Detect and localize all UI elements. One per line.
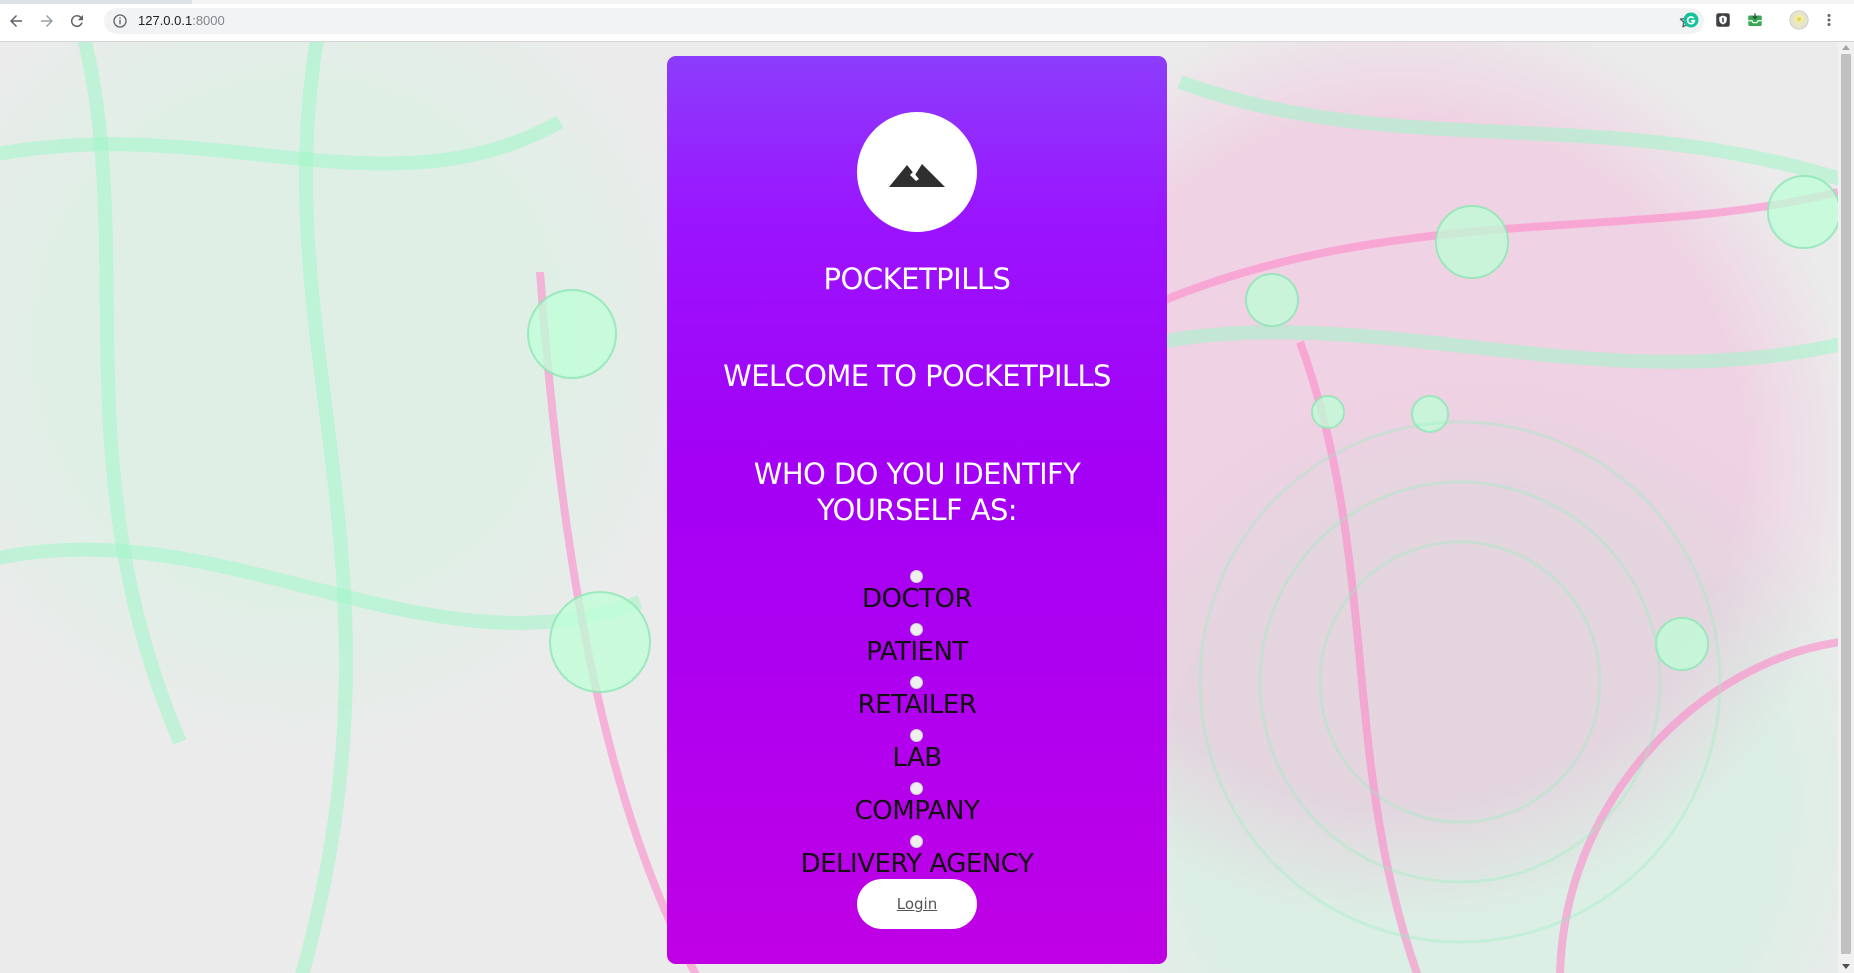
radio-button[interactable] (910, 623, 923, 636)
shield-extension-icon[interactable] (1714, 11, 1732, 29)
tab-strip (0, 0, 1854, 4)
scrollbar-thumb[interactable] (1841, 54, 1851, 954)
grammarly-extension-icon[interactable] (1682, 11, 1700, 29)
menu-icon[interactable] (1822, 11, 1836, 29)
radio-button[interactable] (910, 835, 923, 848)
welcome-heading: WELCOME TO POCKETPILLS (723, 359, 1111, 393)
url-host: 127.0.0.1 (138, 13, 193, 28)
mountain-icon (889, 164, 945, 187)
scroll-down-arrow-icon[interactable] (1842, 964, 1850, 969)
radio-button[interactable] (910, 676, 923, 689)
address-bar[interactable]: 127.0.0.1:8000 (104, 8, 1704, 34)
profile-avatar-icon[interactable] (1789, 10, 1809, 30)
role-option-patient[interactable]: PATIENT (667, 623, 1167, 676)
forward-icon[interactable] (36, 10, 58, 32)
role-option-doctor[interactable]: DOCTOR (667, 570, 1167, 623)
role-label: COMPANY (854, 796, 980, 826)
role-label: DELIVERY AGENCY (800, 849, 1034, 879)
browser-toolbar: 127.0.0.1:8000 (0, 0, 1854, 42)
login-card: POCKETPILLS WELCOME TO POCKETPILLS WHO D… (667, 56, 1167, 964)
role-label: DOCTOR (861, 584, 973, 614)
active-tab[interactable] (192, 0, 1854, 4)
role-label: PATIENT (866, 637, 968, 667)
role-label: RETAILER (857, 690, 977, 720)
back-icon[interactable] (5, 10, 27, 32)
reload-icon[interactable] (66, 10, 88, 32)
radio-button[interactable] (910, 729, 923, 742)
identify-question: WHO DO YOU IDENTIFY YOURSELF AS: (753, 457, 1081, 527)
logo (857, 112, 977, 232)
scroll-up-arrow-icon[interactable] (1842, 45, 1850, 50)
vertical-scrollbar[interactable] (1838, 42, 1854, 973)
role-option-retailer[interactable]: RETAILER (667, 676, 1167, 729)
login-button[interactable]: Login (857, 879, 977, 929)
info-icon[interactable] (112, 13, 128, 29)
role-option-lab[interactable]: LAB (667, 729, 1167, 782)
url-port: :8000 (192, 13, 225, 28)
inbox-extension-icon[interactable] (1746, 11, 1764, 29)
radio-button[interactable] (910, 782, 923, 795)
radio-button[interactable] (910, 570, 923, 583)
brand-title: POCKETPILLS (823, 262, 1011, 296)
page-background: POCKETPILLS WELCOME TO POCKETPILLS WHO D… (0, 42, 1838, 973)
role-label: LAB (892, 743, 942, 773)
role-radio-group: DOCTOR PATIENT RETAILER LAB COMPANY DELI… (667, 570, 1167, 888)
role-option-company[interactable]: COMPANY (667, 782, 1167, 835)
url-text[interactable]: 127.0.0.1:8000 (138, 13, 225, 28)
